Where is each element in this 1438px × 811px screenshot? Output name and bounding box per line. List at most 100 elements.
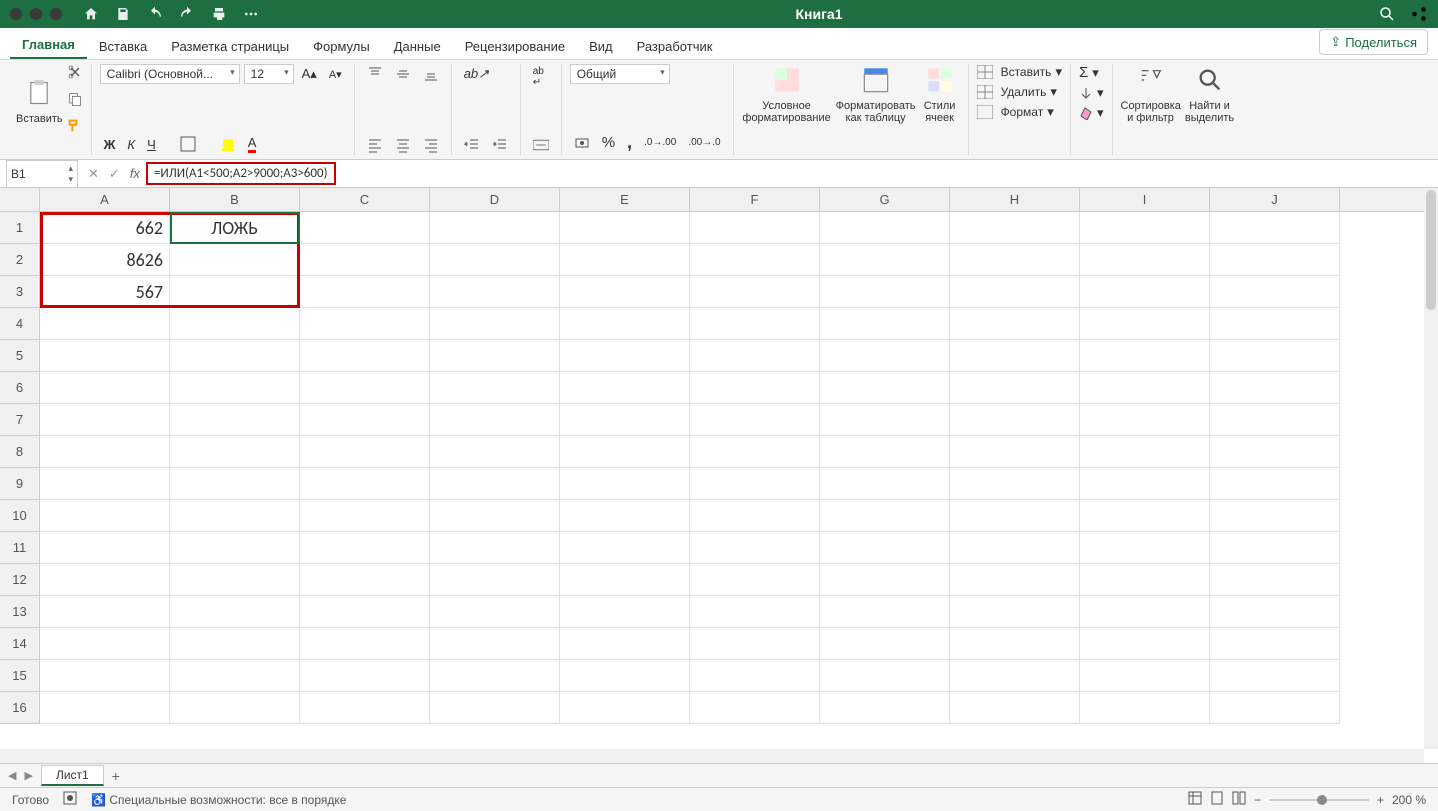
- cell-F16[interactable]: [690, 692, 820, 724]
- cell-F7[interactable]: [690, 404, 820, 436]
- cell-G12[interactable]: [820, 564, 950, 596]
- cell-F10[interactable]: [690, 500, 820, 532]
- cell-H6[interactable]: [950, 372, 1080, 404]
- cell-E14[interactable]: [560, 628, 690, 660]
- cell-B3[interactable]: [170, 276, 300, 308]
- cell-B12[interactable]: [170, 564, 300, 596]
- cell-D5[interactable]: [430, 340, 560, 372]
- row-header-16[interactable]: 16: [0, 692, 39, 724]
- col-header-B[interactable]: B: [170, 188, 300, 211]
- cell-F2[interactable]: [690, 244, 820, 276]
- cell-G1[interactable]: [820, 212, 950, 244]
- align-bottom-icon[interactable]: [419, 64, 443, 84]
- font-name-combo[interactable]: Calibri (Основной...: [100, 64, 240, 84]
- cell-H7[interactable]: [950, 404, 1080, 436]
- cell-B16[interactable]: [170, 692, 300, 724]
- cell-J7[interactable]: [1210, 404, 1340, 436]
- cell-H8[interactable]: [950, 436, 1080, 468]
- increase-font-icon[interactable]: A▴: [298, 64, 321, 84]
- cell-B2[interactable]: [170, 244, 300, 276]
- cell-B15[interactable]: [170, 660, 300, 692]
- clear-button[interactable]: ▾: [1079, 105, 1104, 121]
- cell-H5[interactable]: [950, 340, 1080, 372]
- cell-C12[interactable]: [300, 564, 430, 596]
- cell-F14[interactable]: [690, 628, 820, 660]
- cell-G15[interactable]: [820, 660, 950, 692]
- border-icon[interactable]: [176, 134, 200, 154]
- decrease-decimal-icon[interactable]: .00→.0: [684, 135, 724, 150]
- row-header-13[interactable]: 13: [0, 596, 39, 628]
- find-select-icon[interactable]: [1192, 64, 1228, 96]
- cell-C8[interactable]: [300, 436, 430, 468]
- cell-A2[interactable]: 8626: [40, 244, 170, 276]
- cell-G10[interactable]: [820, 500, 950, 532]
- cell-I3[interactable]: [1080, 276, 1210, 308]
- tab-layout[interactable]: Разметка страницы: [159, 33, 301, 59]
- cell-E11[interactable]: [560, 532, 690, 564]
- cell-B14[interactable]: [170, 628, 300, 660]
- cell-F8[interactable]: [690, 436, 820, 468]
- orientation-icon[interactable]: ab↗: [460, 64, 493, 84]
- cell-B11[interactable]: [170, 532, 300, 564]
- cell-J16[interactable]: [1210, 692, 1340, 724]
- home-icon[interactable]: [82, 5, 100, 23]
- tab-view[interactable]: Вид: [577, 33, 625, 59]
- conditional-format-icon[interactable]: [769, 64, 805, 96]
- increase-indent-icon[interactable]: [488, 135, 512, 155]
- cell-D3[interactable]: [430, 276, 560, 308]
- tab-home[interactable]: Главная: [10, 31, 87, 59]
- cell-C5[interactable]: [300, 340, 430, 372]
- cell-J15[interactable]: [1210, 660, 1340, 692]
- cell-J9[interactable]: [1210, 468, 1340, 500]
- cell-H12[interactable]: [950, 564, 1080, 596]
- percent-icon[interactable]: %: [598, 132, 619, 153]
- row-header-9[interactable]: 9: [0, 468, 39, 500]
- col-header-A[interactable]: A: [40, 188, 170, 211]
- delete-cells-button[interactable]: Удалить ▾: [977, 84, 1057, 100]
- tab-nav-prev[interactable]: ◀: [8, 769, 16, 782]
- align-middle-icon[interactable]: [391, 64, 415, 84]
- more-icon[interactable]: [242, 5, 260, 23]
- cell-A12[interactable]: [40, 564, 170, 596]
- bold-button[interactable]: Ж: [100, 135, 120, 154]
- cell-J3[interactable]: [1210, 276, 1340, 308]
- cell-C11[interactable]: [300, 532, 430, 564]
- cell-I8[interactable]: [1080, 436, 1210, 468]
- col-header-G[interactable]: G: [820, 188, 950, 211]
- cell-A14[interactable]: [40, 628, 170, 660]
- cell-G9[interactable]: [820, 468, 950, 500]
- row-header-1[interactable]: 1: [0, 212, 39, 244]
- cell-F12[interactable]: [690, 564, 820, 596]
- cell-B4[interactable]: [170, 308, 300, 340]
- comma-icon[interactable]: ,: [623, 130, 636, 155]
- paste-button[interactable]: [21, 77, 57, 109]
- select-all-corner[interactable]: [0, 188, 40, 212]
- cell-I7[interactable]: [1080, 404, 1210, 436]
- row-header-4[interactable]: 4: [0, 308, 39, 340]
- tab-developer[interactable]: Разработчик: [625, 33, 725, 59]
- cell-B7[interactable]: [170, 404, 300, 436]
- fill-color-icon[interactable]: [216, 134, 240, 154]
- cell-B13[interactable]: [170, 596, 300, 628]
- format-painter-icon[interactable]: [67, 118, 83, 137]
- font-size-combo[interactable]: 12: [244, 64, 294, 84]
- cell-I6[interactable]: [1080, 372, 1210, 404]
- add-sheet-button[interactable]: +: [112, 768, 120, 784]
- underline-button[interactable]: Ч: [143, 135, 160, 154]
- cell-H13[interactable]: [950, 596, 1080, 628]
- cell-A7[interactable]: [40, 404, 170, 436]
- minimize-window[interactable]: [30, 8, 42, 20]
- cell-J12[interactable]: [1210, 564, 1340, 596]
- cell-J5[interactable]: [1210, 340, 1340, 372]
- cell-D2[interactable]: [430, 244, 560, 276]
- cell-I1[interactable]: [1080, 212, 1210, 244]
- cell-E16[interactable]: [560, 692, 690, 724]
- cell-C9[interactable]: [300, 468, 430, 500]
- cell-F4[interactable]: [690, 308, 820, 340]
- increase-decimal-icon[interactable]: .0→.00: [640, 135, 680, 150]
- print-icon[interactable]: [210, 5, 228, 23]
- cell-E12[interactable]: [560, 564, 690, 596]
- row-header-10[interactable]: 10: [0, 500, 39, 532]
- format-cells-button[interactable]: Формат ▾: [977, 104, 1054, 120]
- view-page-layout-icon[interactable]: [1210, 791, 1224, 808]
